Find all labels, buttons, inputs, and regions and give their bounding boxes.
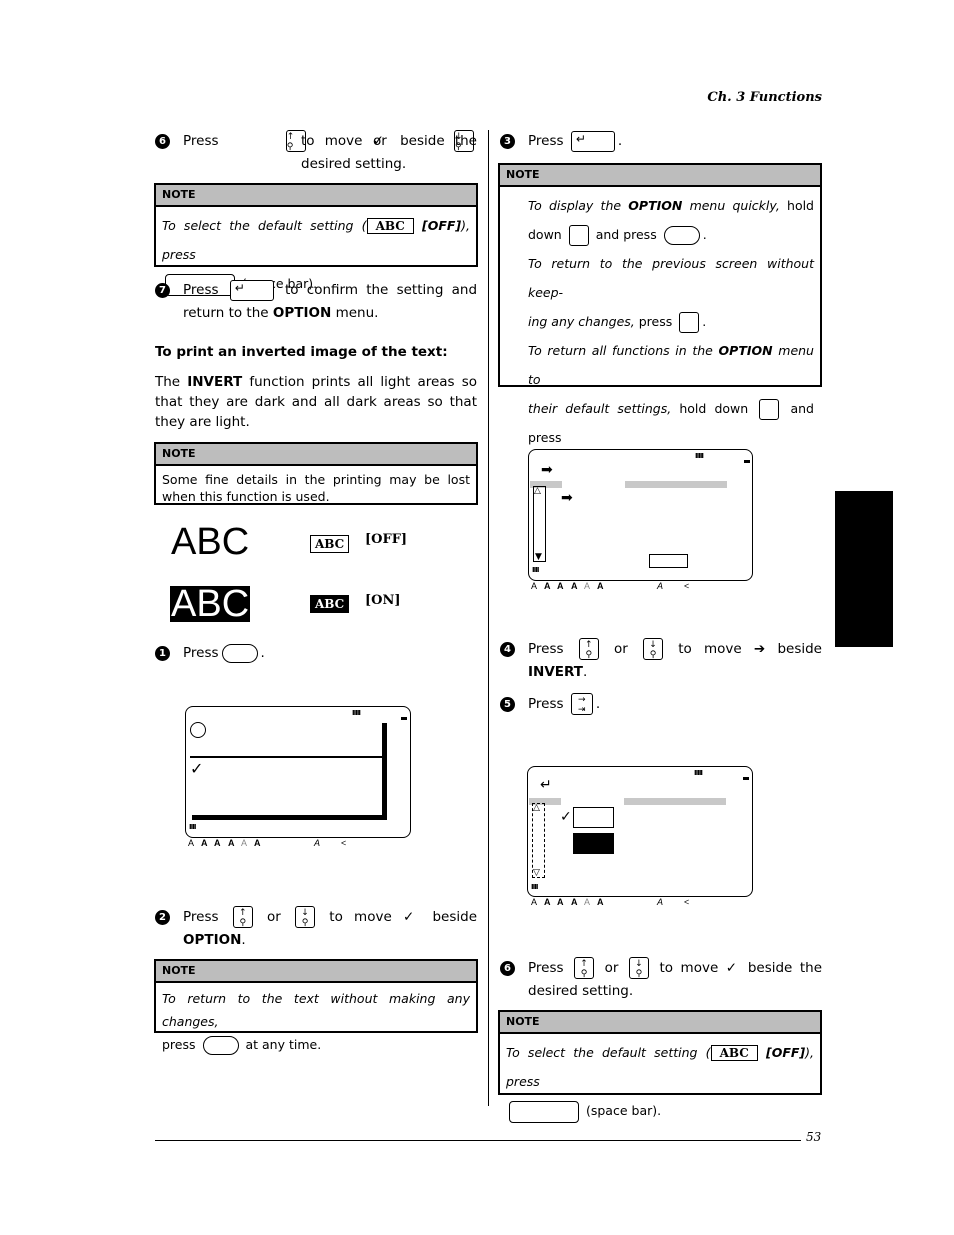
tape-indicator: IIII (532, 566, 539, 574)
step-number: 3 (500, 134, 515, 149)
note-default-setting: NOTE To select the default setting (ABC … (154, 183, 478, 296)
lcd-gray-bar (624, 798, 726, 805)
note-default-setting-right: NOTE To select the default setting (ABC … (498, 1010, 822, 1123)
step-number: 4 (500, 642, 515, 657)
scroll-up-icon: △ (533, 803, 540, 813)
section-title: To print an inverted image of the text: (155, 344, 448, 360)
lcd-shadow-right (382, 723, 387, 819)
note-option-menu: NOTE To display the OPTION menu quickly,… (498, 163, 822, 479)
cursor-up-key-icon: ↑ ⚲ (232, 906, 253, 928)
lcd-dash (744, 460, 750, 463)
step-number: 7 (155, 283, 170, 298)
lcd-screen-invert-setting: IIIII ↵ △ ▽ ✓ IIII (527, 766, 753, 897)
step-number: 5 (500, 697, 515, 712)
step-4: 4 Press ↑ ⚲ or ↓ ⚲ to move ➔ beside INVERT… (500, 638, 822, 684)
sample-normal-text: ABC (171, 521, 250, 563)
enter-key-icon: ↵ (229, 279, 274, 301)
on-label: [ON] (365, 593, 401, 608)
battery-indicator: IIIII (352, 709, 361, 717)
step-5: 5 Press → ⇥. (500, 693, 700, 716)
page-number: 53 (806, 1130, 822, 1144)
intro-paragraph: The INVERT function prints all light are… (155, 374, 477, 430)
invert-on-icon: ABC (310, 595, 350, 613)
note-title: NOTE (156, 185, 476, 207)
lcd-screen-option-menu: IIIII ➡ △ ▼ ➡ IIII (528, 449, 753, 581)
invert-off-option (573, 807, 614, 828)
circle-icon (190, 722, 206, 738)
function-key-icon (202, 1036, 239, 1055)
invert-off-icon: ABC (310, 535, 350, 553)
sample-inverted-text: ABC (170, 583, 251, 625)
cursor-down-key-icon: ↓ ⚲ (643, 638, 663, 660)
note-title: NOTE (156, 444, 476, 466)
lcd-gray-bar (625, 481, 727, 488)
lcd-indicator-row: A A A A A A A < (531, 897, 690, 907)
lcd-screen-function-menu: IIIII ✓ IIII (185, 706, 411, 838)
scrollbar: △ ▼ (533, 486, 546, 562)
cursor-down-key-icon: ↓ ⚲ (628, 957, 649, 979)
cursor-up-key-icon: ↑ ⚲ (578, 638, 599, 660)
scrollbar-inactive: △ ▽ (532, 803, 545, 878)
lcd-indicator-row: A A A A A A A < (188, 838, 347, 848)
step-number: 1 (155, 646, 170, 661)
arrow-pointer-icon: ➡ (561, 490, 573, 506)
cursor-down-key-icon: ↓ ⚲ (295, 906, 316, 928)
lcd-indicator-row: A A A A A A A < (531, 581, 690, 591)
step-number: 6 (500, 961, 515, 976)
cancel-key-icon (679, 312, 700, 333)
abc-off-badge: ABC (366, 218, 414, 234)
abc-off-badge: ABC (710, 1045, 758, 1061)
function-key-icon (221, 643, 258, 663)
arrow-pointer-icon: ➡ (541, 462, 553, 478)
lcd-dash (401, 717, 407, 720)
note-title: NOTE (156, 961, 476, 983)
shift-key-icon (759, 399, 780, 420)
tape-indicator: IIII (531, 883, 538, 891)
step-7: 7 Press ↵ to confirm the setting and ret… (155, 279, 477, 325)
note-title: NOTE (500, 165, 820, 187)
column-divider (488, 130, 489, 1106)
lcd-box (649, 554, 688, 568)
step-1: 1 Press. (155, 642, 355, 665)
lcd-divider (190, 756, 382, 758)
scroll-up-icon: △ (534, 486, 541, 496)
note-title: NOTE (500, 1012, 820, 1034)
cursor-up-key-icon: ↑ ⚲ (574, 957, 595, 979)
step-2: 2 Press ↑ ⚲ or ↓ ⚲ to move ✓ beside OPTION… (155, 906, 477, 952)
scroll-down-icon: ▼ (535, 552, 542, 562)
lcd-shadow-bottom (192, 815, 387, 820)
step-number: 2 (155, 910, 170, 925)
footer-rule (155, 1140, 801, 1141)
step-6-left-text: to move ✓ beside the desired setting. (301, 133, 477, 172)
scroll-down-icon: ▽ (533, 868, 540, 878)
tape-indicator: IIII (189, 823, 196, 831)
chapter-thumb-tab (835, 491, 893, 647)
check-icon: ✓ (560, 809, 572, 825)
off-label: [OFF] (365, 532, 408, 547)
chapter-header: Ch. 3 Functions (707, 90, 822, 105)
lcd-dash (743, 777, 749, 780)
step-3: 3 Press ↵. (500, 130, 822, 153)
note-fine-details: NOTE Some fine details in the printing m… (154, 442, 478, 505)
enter-key-icon: ↵ (570, 130, 615, 152)
cursor-right-tab-key-icon: → ⇥ (570, 693, 593, 715)
invert-on-option (573, 833, 614, 854)
step-6-right: 6 Press ↑ ⚲ or ↓ ⚲ to move ✓ beside the de… (500, 957, 822, 1003)
check-icon: ✓ (190, 759, 204, 778)
space-bar-key-icon (509, 1100, 579, 1123)
shift-key-icon (568, 225, 589, 246)
battery-indicator: IIIII (694, 769, 703, 777)
note-return-text: NOTE To return to the text without makin… (154, 959, 478, 1055)
battery-indicator: IIIII (695, 452, 704, 460)
function-key-icon (663, 226, 700, 245)
return-arrow-icon: ↵ (540, 777, 552, 793)
